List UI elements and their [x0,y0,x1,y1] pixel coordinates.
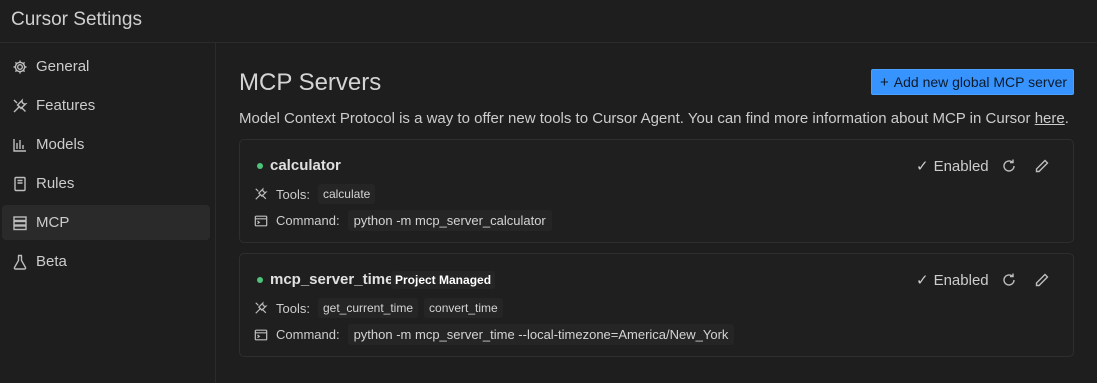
tool-chip: get_current_time [317,298,419,318]
sidebar-item-label: MCP [36,214,70,231]
tools-row: Tools: calculate [254,184,381,204]
command-row: Command: python -m mcp_server_time --loc… [254,324,740,345]
here-link[interactable]: here [1035,110,1065,127]
gear-icon [11,58,29,76]
command-label: Command: [276,213,340,228]
command-label: Command: [276,327,340,342]
sidebar-item-models[interactable]: Models [2,127,210,162]
add-button-label: Add new global MCP server [893,74,1068,90]
flask-icon [11,253,29,271]
page-title: MCP Servers [239,69,382,96]
enabled-toggle[interactable]: ✓ Enabled [916,271,989,290]
tools-icon [11,97,29,115]
server-name: mcp_server_time [270,271,394,288]
mcp-server-card: mcp_server_time Project Managed ✓ Enable… [239,253,1074,357]
status-label: Enabled [933,271,989,289]
tool-chip: calculate [317,184,376,204]
add-global-mcp-server-button[interactable]: + Add new global MCP server [871,69,1074,95]
server-name: calculator [270,157,341,174]
main-content: MCP Servers + Add new global MCP server … [217,43,1097,383]
mcp-server-card: calculator ✓ Enabled Tools: calculate Co… [239,139,1074,243]
status-label: Enabled [933,157,989,175]
sidebar-item-label: Rules [36,175,75,192]
description-end: . [1064,110,1069,127]
command-value: python -m mcp_server_time --local-timezo… [347,324,735,345]
sidebar-item-label: Models [36,136,85,153]
sidebar-item-mcp[interactable]: MCP [2,205,210,240]
tools-label: Tools: [276,300,310,316]
sidebar-item-beta[interactable]: Beta [2,244,210,279]
check-icon: ✓ [916,158,929,175]
edit-icon[interactable] [1033,271,1051,289]
sidebar-item-general[interactable]: General [2,49,210,84]
tools-row: Tools: get_current_time convert_time [254,298,509,318]
check-icon: ✓ [916,272,929,289]
sidebar-item-rules[interactable]: Rules [2,166,210,201]
description-text: Model Context Protocol is a way to offer… [239,110,1035,127]
description: Model Context Protocol is a way to offer… [239,110,1069,127]
sidebar-item-label: Features [36,97,96,114]
enabled-toggle[interactable]: ✓ Enabled [916,157,989,176]
app-title: Cursor Settings [11,9,142,30]
sidebar-item-label: Beta [36,253,67,270]
edit-icon[interactable] [1033,157,1051,175]
bar-chart-icon [11,136,29,154]
refresh-icon[interactable] [1000,271,1018,289]
sidebar: General Features Models Rules MCP Beta [0,43,216,383]
tool-chip: convert_time [424,298,503,318]
project-managed-badge: Project Managed [391,271,496,289]
command-value: python -m mcp_server_calculator [347,210,552,231]
book-icon [11,175,29,193]
tools-icon [254,186,270,202]
sidebar-item-label: General [36,58,90,75]
terminal-icon [254,213,270,229]
tools-label: Tools: [276,186,310,202]
refresh-icon[interactable] [1000,157,1018,175]
terminal-icon [254,327,270,343]
title-bar: Cursor Settings [0,0,1097,43]
sidebar-item-features[interactable]: Features [2,88,210,123]
server-icon [11,214,29,232]
status-dot [257,163,263,169]
command-row: Command: python -m mcp_server_calculator [254,210,558,231]
plus-icon: + [880,73,889,91]
status-dot [257,277,263,283]
tools-icon [254,300,270,316]
